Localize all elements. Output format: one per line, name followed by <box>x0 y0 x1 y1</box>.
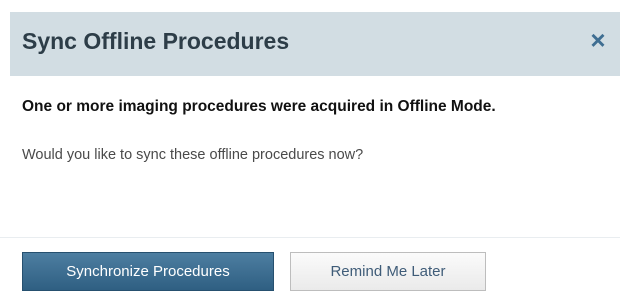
remind-me-later-button[interactable]: Remind Me Later <box>290 252 486 291</box>
footer-divider <box>0 237 620 238</box>
sync-offline-dialog: Sync Offline Procedures × One or more im… <box>0 0 620 297</box>
close-icon[interactable]: × <box>586 26 610 54</box>
dialog-titlebar: Sync Offline Procedures × <box>10 12 620 76</box>
dialog-title: Sync Offline Procedures <box>22 28 290 54</box>
dialog-question: Would you like to sync these offline pro… <box>22 147 364 163</box>
synchronize-procedures-button[interactable]: Synchronize Procedures <box>22 252 274 291</box>
dialog-headline: One or more imaging procedures were acqu… <box>22 98 496 115</box>
